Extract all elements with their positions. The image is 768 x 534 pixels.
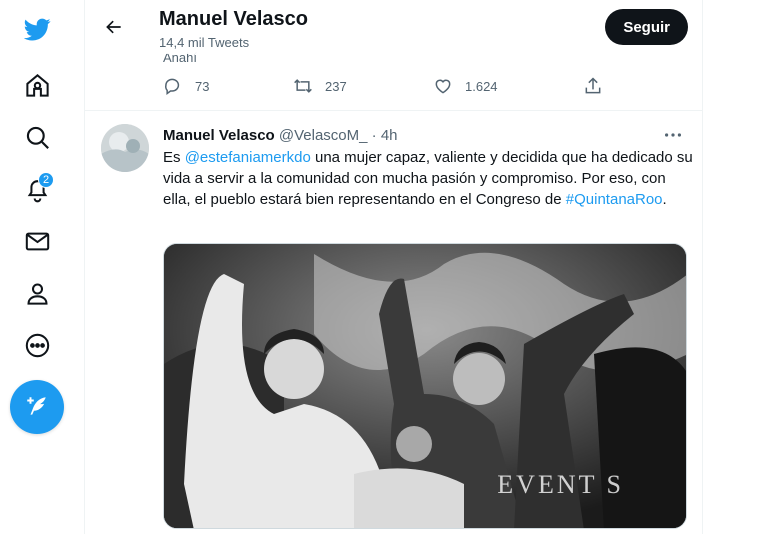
profile-icon[interactable] (14, 270, 60, 316)
tweet-author-handle[interactable]: @VelascoM_ (279, 127, 368, 144)
media-watermark: EVENT S (497, 470, 624, 499)
back-button[interactable] (97, 10, 131, 44)
home-icon[interactable] (14, 62, 60, 108)
reply-count: 73 (195, 78, 210, 94)
tweet-media-image[interactable]: EVENT S (163, 243, 687, 529)
page-title: Manuel Velasco (159, 8, 308, 30)
notifications-icon[interactable]: 2 (14, 166, 60, 212)
tweet-author-name[interactable]: Manuel Velasco (163, 127, 275, 144)
tweet-more-button[interactable] (660, 124, 686, 146)
retweet-button[interactable]: 237 (293, 76, 347, 96)
divider (85, 110, 702, 111)
hashtag-link[interactable]: #QuintanaRoo (566, 191, 663, 208)
previous-tweet-actions: 73 237 1.624 (163, 76, 603, 102)
compose-tweet-button[interactable] (10, 380, 64, 434)
reply-button[interactable]: 73 (163, 76, 209, 96)
tweet-timestamp[interactable]: 4h (381, 127, 398, 144)
tweet-text-suffix: . (662, 191, 667, 208)
timeline-column: Manuel Velasco 14,4 mil Tweets Seguir An… (84, 0, 703, 534)
notifications-badge: 2 (38, 172, 54, 188)
separator-dot: · (371, 127, 377, 144)
avatar[interactable] (101, 124, 149, 172)
tweet-count: 14,4 mil Tweets (159, 35, 250, 50)
share-button[interactable] (583, 76, 603, 96)
heart-icon (435, 79, 451, 94)
compose-tweet-icon (27, 397, 46, 415)
twitter-logo-icon[interactable] (14, 6, 60, 52)
more-horizontal-icon (665, 133, 681, 137)
left-nav: 2 (0, 0, 74, 534)
tweet-header: Manuel Velasco @VelascoM_ · 4h (163, 127, 398, 144)
retweet-count: 237 (325, 78, 347, 94)
mention-link[interactable]: @estefaniamerkdo (185, 149, 311, 166)
explore-icon[interactable] (14, 114, 60, 160)
tweet-text-prefix: Es (163, 149, 185, 166)
more-icon[interactable] (14, 322, 60, 368)
messages-icon[interactable] (14, 218, 60, 264)
like-count: 1.624 (465, 78, 498, 94)
profile-header: Manuel Velasco 14,4 mil Tweets Seguir (85, 0, 702, 54)
retweet-icon (294, 79, 312, 93)
like-button[interactable]: 1.624 (433, 76, 498, 96)
tweet-text: Es @estefaniamerkdo una mujer capaz, val… (163, 147, 693, 210)
arrow-left-icon (106, 20, 121, 34)
follow-button[interactable]: Seguir (605, 9, 688, 45)
reply-icon (165, 78, 180, 95)
share-icon (585, 77, 601, 94)
